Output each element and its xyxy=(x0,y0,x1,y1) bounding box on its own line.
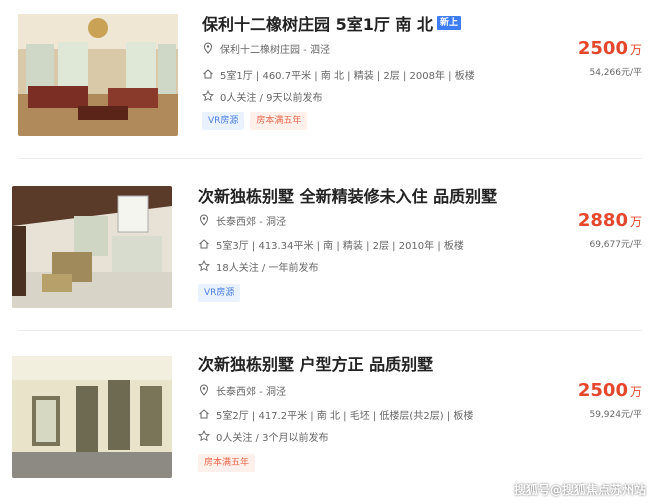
star-icon xyxy=(198,260,210,272)
listing-1-price: 2500 万 xyxy=(577,38,642,59)
tag-five-years: 房本满五年 xyxy=(198,454,256,472)
listing-card-2[interactable]: 次新独栋别墅 全新精装修未入住 品质别墅 长泰西郊 - 洞泾 5室3厅 | 41… xyxy=(0,184,660,314)
new-badge: 新上 xyxy=(436,16,461,30)
star-icon xyxy=(198,430,210,442)
location-pin-icon xyxy=(199,214,209,226)
listing-2-location[interactable]: 长泰西郊 - 洞泾 xyxy=(198,212,558,228)
listing-1-followers: 0人关注 / 9天以前发布 xyxy=(202,88,562,104)
house-icon xyxy=(199,239,209,249)
listing-2-title[interactable]: 次新独栋别墅 全新精装修未入住 品质别墅 xyxy=(198,184,558,206)
listing-2-details: 5室3厅 | 413.34平米 | 南 | 精装 | 2层 | 2010年 | … xyxy=(198,236,558,252)
house-icon xyxy=(203,69,213,79)
listing-card-3[interactable]: 次新独栋别墅 户型方正 品质别墅 长泰西郊 - 洞泾 5室2厅 | 417.2平… xyxy=(0,352,660,482)
listing-2-price: 2880 万 xyxy=(577,210,642,231)
tag-vr: VR房源 xyxy=(198,284,241,302)
listing-1-location[interactable]: 保利十二橡树庄园 - 泗泾 xyxy=(202,40,562,56)
listing-2-followers: 18人关注 / 一年前发布 xyxy=(198,258,558,274)
listing-2-photo[interactable] xyxy=(12,186,172,308)
divider xyxy=(18,330,642,331)
watermark: 搜狐号@搜狐焦点苏州站 xyxy=(513,483,646,497)
listing-1-unit-price: 54,266元/平 xyxy=(589,68,642,78)
listing-2-unit-price: 69,677元/平 xyxy=(589,240,642,250)
listing-3-location[interactable]: 长泰西郊 - 洞泾 xyxy=(198,382,558,398)
tag-five-years: 房本满五年 xyxy=(250,112,308,130)
listing-1-details: 5室1厅 | 460.7平米 | 南 北 | 精装 | 2层 | 2008年 |… xyxy=(202,66,562,82)
listing-1-photo[interactable] xyxy=(18,14,178,136)
listing-3-title[interactable]: 次新独栋别墅 户型方正 品质别墅 xyxy=(198,352,558,374)
location-pin-icon xyxy=(199,384,209,396)
tag-vr: VR房源 xyxy=(202,112,245,130)
star-icon xyxy=(202,90,214,102)
listing-1-title[interactable]: 保利十二橡树庄园 5室1厅 南 北 新上 xyxy=(202,12,562,34)
listing-card-1[interactable]: 保利十二橡树庄园 5室1厅 南 北 新上 保利十二橡树庄园 - 泗泾 5室1厅 … xyxy=(0,12,660,142)
house-icon xyxy=(199,409,209,419)
listing-3-followers: 0人关注 / 3个月以前发布 xyxy=(198,428,558,444)
listing-3-photo[interactable] xyxy=(12,356,172,478)
listing-3-unit-price: 59,924元/平 xyxy=(589,410,642,420)
location-pin-icon xyxy=(203,42,213,54)
listing-3-details: 5室2厅 | 417.2平米 | 南 北 | 毛坯 | 低楼层(共2层) | 板… xyxy=(198,406,558,422)
listing-3-price: 2500 万 xyxy=(577,380,642,401)
divider xyxy=(18,158,642,159)
